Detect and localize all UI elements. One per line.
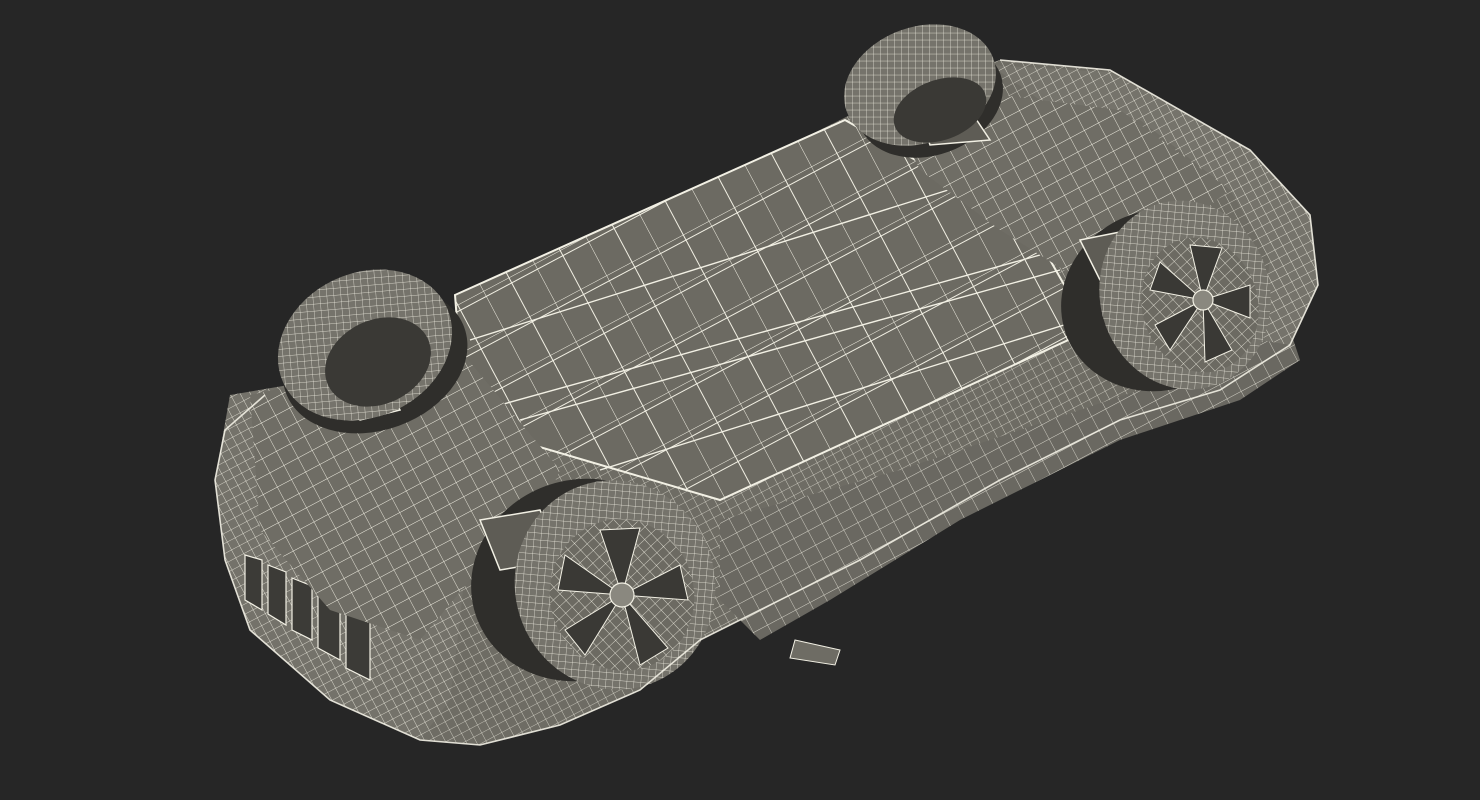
wireframe-car-render [214, 24, 1319, 746]
render-viewport [0, 0, 1480, 800]
side-mirror [789, 639, 841, 666]
